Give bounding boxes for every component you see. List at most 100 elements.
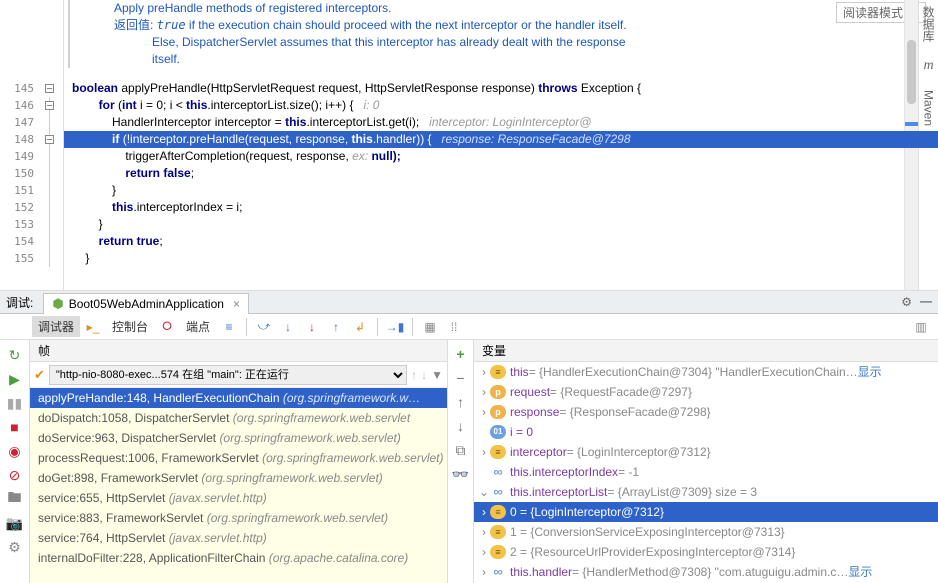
list-icon[interactable]: ≡: [220, 318, 238, 336]
view-breakpoints-icon[interactable]: ◉: [4, 440, 26, 462]
var-row[interactable]: ›presponse = {ResponseFacade@7298}: [474, 402, 938, 422]
var-row[interactable]: 01 i = 0: [474, 422, 938, 442]
var-row[interactable]: ›≡interceptor = {LoginInterceptor@7312}: [474, 442, 938, 462]
variables-tree[interactable]: ›≡this = {HandlerExecutionChain@7304} "H…: [474, 362, 938, 583]
pause-icon[interactable]: ▮▮: [4, 392, 26, 414]
thread-select[interactable]: "http-nio-8080-exec...574 在组 "main": 正在运…: [49, 365, 407, 385]
check-icon: ✔: [34, 367, 45, 383]
stack-frame[interactable]: doGet:898, FrameworkServlet (org.springf…: [30, 468, 447, 488]
up-icon[interactable]: ↑: [451, 392, 471, 412]
var-row[interactable]: ›≡ 2 = {ResourceUrlProviderExposingInter…: [474, 542, 938, 562]
drop-frame-icon[interactable]: ↲: [351, 318, 369, 336]
code-line: }: [64, 182, 938, 199]
settings-icon[interactable]: ⚙: [901, 295, 912, 309]
fold-toggle[interactable]: [45, 135, 54, 144]
evaluate-icon[interactable]: ▦: [421, 318, 439, 336]
line-num[interactable]: 149: [0, 148, 42, 165]
tab-threads[interactable]: 端点: [180, 316, 216, 337]
vars-header: 变量: [474, 340, 938, 362]
copy-icon[interactable]: ⧉: [451, 440, 471, 460]
minimize-icon[interactable]: —: [920, 294, 932, 308]
tab-console[interactable]: 控制台: [106, 316, 154, 337]
var-row[interactable]: ›≡ 1 = {ConversionServiceExposingInterce…: [474, 522, 938, 542]
vars-toolbar: + − ↑ ↓ ⧉ 👓: [448, 340, 474, 583]
stack-frame[interactable]: doDispatch:1058, DispatcherServlet (org.…: [30, 408, 447, 428]
threads-icon: ⭘: [158, 318, 176, 336]
debug-toolbar: 调试器 ▸_ 控制台 ⭘ 端点 ≡ ⤻ ↓ ↓ ↑ ↲ →▮ ▦ ⁞⁞ ▥: [0, 314, 938, 340]
var-row[interactable]: ›prequest = {RequestFacade@7297}: [474, 382, 938, 402]
glasses-icon[interactable]: 👓: [451, 464, 471, 484]
debug-body: ↻ ▶ ▮▮ ■ ◉ ⊘ 🖿 📷 ⚙ 帧 ✔ "http-nio-8080-ex…: [0, 340, 938, 583]
line-num[interactable]: 145: [0, 80, 42, 97]
force-step-into-icon[interactable]: ↓: [303, 318, 321, 336]
show-link[interactable]: 显示: [848, 562, 872, 582]
debug-label: 调试:: [6, 294, 33, 311]
var-row[interactable]: ∞this.interceptorIndex = -1: [474, 462, 938, 482]
step-out-icon[interactable]: ↑: [327, 318, 345, 336]
line-number-gutter: 145 146 147 148 149 150 151 152 153 154 …: [0, 0, 42, 290]
stack-frame[interactable]: doService:963, DispatcherServlet (org.sp…: [30, 428, 447, 448]
next-frame-icon[interactable]: ↓: [421, 368, 427, 382]
frames-header: 帧: [30, 340, 447, 362]
stack-frame[interactable]: service:655, HttpServlet (javax.servlet.…: [30, 488, 447, 508]
fold-toggle[interactable]: [45, 101, 54, 110]
code-editor[interactable]: Apply preHandle methods of registered in…: [64, 0, 938, 290]
variables-panel: 变量 ›≡this = {HandlerExecutionChain@7304}…: [474, 340, 938, 583]
dump-icon[interactable]: 🖿: [4, 488, 26, 510]
down-icon[interactable]: ↓: [451, 416, 471, 436]
close-icon[interactable]: ×: [233, 297, 240, 311]
line-num[interactable]: 153: [0, 216, 42, 233]
var-row[interactable]: ›∞this.handler = {HandlerMethod@7308} "c…: [474, 562, 938, 582]
code-line: }: [64, 250, 938, 267]
var-row[interactable]: ⌄∞this.interceptorList = {ArrayList@7309…: [474, 482, 938, 502]
stop-icon[interactable]: ■: [4, 416, 26, 438]
javadoc-block: Apply preHandle methods of registered in…: [68, 0, 938, 68]
fold-gutter: [42, 0, 64, 290]
stack-frame[interactable]: service:764, HttpServlet (javax.servlet.…: [30, 528, 447, 548]
bug-icon: ⬢: [52, 296, 63, 312]
line-num[interactable]: 151: [0, 182, 42, 199]
step-into-icon[interactable]: ↓: [279, 318, 297, 336]
stack-frame[interactable]: internalDoFilter:228, ApplicationFilterC…: [30, 548, 447, 568]
stack-frame[interactable]: processRequest:1006, FrameworkServlet (o…: [30, 448, 447, 468]
code-line: for (int i = 0; i < this.interceptorList…: [64, 97, 938, 114]
code-line-current: if (!interceptor.preHandle(request, resp…: [64, 131, 938, 148]
fold-toggle[interactable]: [45, 84, 54, 93]
step-over-icon[interactable]: ⤻: [255, 318, 273, 336]
line-num[interactable]: 154: [0, 233, 42, 250]
code-line: }: [64, 216, 938, 233]
resume-icon[interactable]: ▶: [4, 368, 26, 390]
code-line: HandlerInterceptor interceptor = this.in…: [64, 114, 938, 131]
line-num[interactable]: 146: [0, 97, 42, 114]
stack-frames[interactable]: applyPreHandle:148, HandlerExecutionChai…: [30, 388, 447, 583]
var-row[interactable]: ›≡this = {HandlerExecutionChain@7304} "H…: [474, 362, 938, 382]
code-line: return true;: [64, 233, 938, 250]
line-num[interactable]: 148: [0, 131, 42, 148]
line-num[interactable]: 155: [0, 250, 42, 267]
line-num[interactable]: 150: [0, 165, 42, 182]
line-num[interactable]: 152: [0, 199, 42, 216]
code-line: return false;: [64, 165, 938, 182]
mute-breakpoints-icon[interactable]: ⊘: [4, 464, 26, 486]
settings-icon[interactable]: ⚙: [4, 536, 26, 558]
camera-icon[interactable]: 📷: [4, 512, 26, 534]
stack-frame[interactable]: service:883, FrameworkServlet (org.sprin…: [30, 508, 447, 528]
show-link[interactable]: 显示: [858, 362, 882, 382]
tab-debugger[interactable]: 调试器: [32, 316, 80, 337]
layout-icon[interactable]: ▥: [912, 318, 930, 336]
add-watch-icon[interactable]: +: [451, 344, 471, 364]
app-name: Boot05WebAdminApplication: [69, 297, 224, 311]
code-line: triggerAfterCompletion(request, response…: [64, 148, 938, 165]
console-icon: ▸_: [84, 318, 102, 336]
prev-frame-icon[interactable]: ↑: [411, 368, 417, 382]
rerun-icon[interactable]: ↻: [4, 344, 26, 366]
stack-frame[interactable]: applyPreHandle:148, HandlerExecutionChai…: [30, 388, 447, 408]
line-num[interactable]: 147: [0, 114, 42, 131]
remove-watch-icon[interactable]: −: [451, 368, 471, 388]
run-to-cursor-icon[interactable]: →▮: [386, 318, 404, 336]
trace-icon[interactable]: ⁞⁞: [445, 318, 463, 336]
debug-session-tab[interactable]: ⬢ Boot05WebAdminApplication ×: [43, 293, 249, 314]
filter-icon[interactable]: ▼: [431, 368, 443, 382]
debug-tool-window-header: 调试: ⬢ Boot05WebAdminApplication × ⚙ —: [0, 290, 938, 314]
var-row[interactable]: ›≡ 0 = {LoginInterceptor@7312}: [474, 502, 938, 522]
